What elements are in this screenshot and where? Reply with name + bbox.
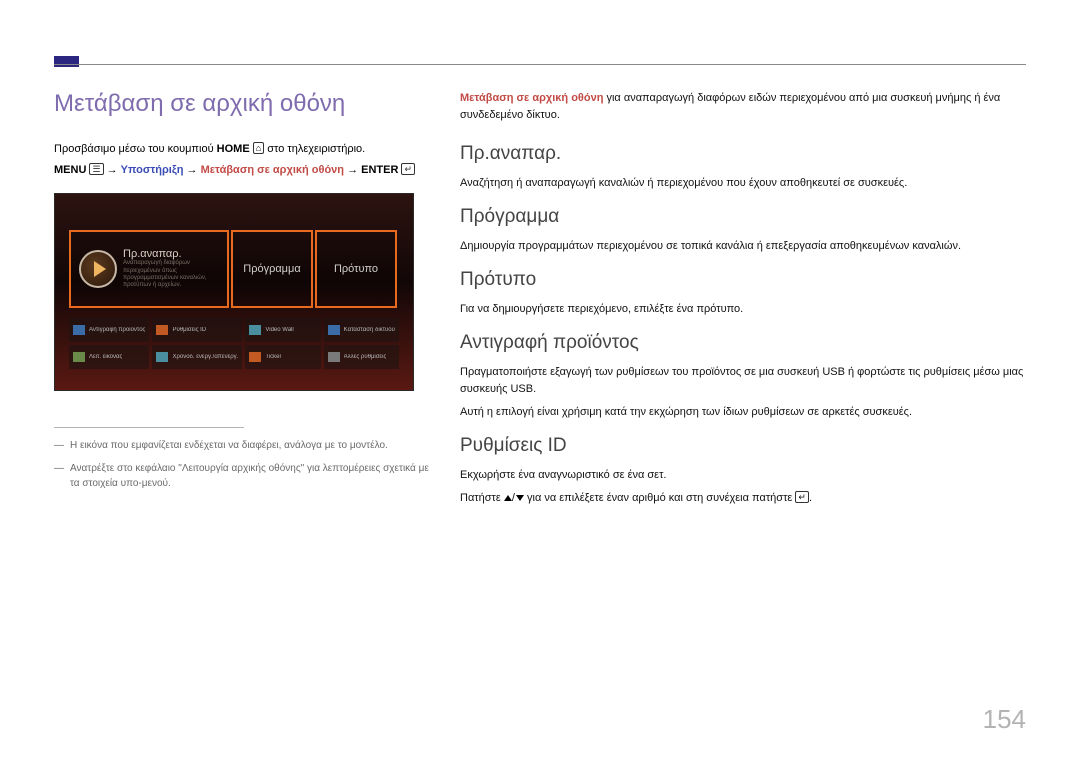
- page-title: Μετάβαση σε αρχική οθόνη: [54, 90, 434, 118]
- intro-red: Μετάβαση σε αρχική οθόνη: [460, 92, 603, 104]
- section-body: Αναζήτηση ή αναπαραγωγή καναλιών ή περιε…: [460, 175, 1026, 192]
- menu-label: MENU: [54, 164, 86, 176]
- chip-label: Κατάσταση δικτύου: [344, 327, 395, 333]
- chip-icon: [249, 352, 261, 362]
- page-number: 154: [983, 704, 1026, 735]
- ss-sub-1: Αναπαραγωγή διαφόρων: [123, 260, 207, 267]
- section-heading-idsettings: Ρυθμίσεις ID: [460, 435, 1026, 457]
- ss-card-program: Πρόγραμμα: [231, 230, 313, 308]
- triangle-down-icon: [516, 495, 524, 501]
- note-2: Ανατρέξτε στο κεφάλαιο "Λειτουργία αρχικ…: [54, 461, 434, 491]
- arrow-3: →: [347, 164, 358, 176]
- note-divider: [54, 427, 244, 428]
- chip-label: Λειτ. εικόνας: [89, 354, 122, 360]
- ss-card-play-text: Πρ.αναπαρ. Αναπαραγωγή διαφόρων περιεχομ…: [123, 248, 207, 289]
- ss-chip: Κατάσταση δικτύου: [324, 318, 399, 342]
- section-press-line: Πατήστε / για να επιλέξετε έναν αριθμό κ…: [460, 490, 1026, 507]
- chip-icon: [156, 325, 168, 335]
- ui-screenshot: Πρ.αναπαρ. Αναπαραγωγή διαφόρων περιεχομ…: [54, 193, 414, 391]
- ss-play-title: Πρ.αναπαρ.: [123, 248, 207, 260]
- ss-card-template-label: Πρότυπο: [334, 263, 378, 275]
- ss-chip: Ticker: [245, 345, 320, 369]
- enter-label: ENTER: [361, 164, 398, 176]
- section-body: Πραγματοποιήστε εξαγωγή των ρυθμίσεων το…: [460, 364, 1026, 398]
- section-body: Αυτή η επιλογή είναι χρήσιμη κατά την εκ…: [460, 404, 1026, 421]
- ss-chip: Χρονοδ. ενεργ./απενεργ.: [152, 345, 242, 369]
- ss-chip: Video Wall: [245, 318, 320, 342]
- enter-icon: ↵: [401, 163, 415, 175]
- home-icon: ⌂: [253, 142, 264, 154]
- ss-card-play: Πρ.αναπαρ. Αναπαραγωγή διαφόρων περιεχομ…: [69, 230, 229, 308]
- left-column: Μετάβαση σε αρχική οθόνη Προσβάσιμο μέσω…: [54, 90, 434, 513]
- enter-icon: ↵: [795, 491, 809, 503]
- chip-label: Άλλες ρυθμίσεις: [344, 354, 387, 360]
- chip-icon: [249, 325, 261, 335]
- path-support: Υποστήριξη: [121, 164, 184, 176]
- right-column: Μετάβαση σε αρχική οθόνη για αναπαραγωγή…: [460, 90, 1026, 513]
- ss-chip: Λειτ. εικόνας: [69, 345, 149, 369]
- ss-chip: Άλλες ρυθμίσεις: [324, 345, 399, 369]
- ss-card-template: Πρότυπο: [315, 230, 397, 308]
- menu-icon: ☰: [89, 163, 103, 175]
- header-accent: [54, 56, 79, 67]
- arrow-2: →: [187, 164, 198, 176]
- chip-icon: [328, 325, 340, 335]
- chip-label: Ρυθμίσεις ID: [172, 327, 206, 333]
- home-label: HOME: [217, 143, 250, 155]
- chip-icon: [73, 325, 85, 335]
- chip-label: Video Wall: [265, 327, 293, 333]
- header-rule: [54, 64, 1026, 65]
- chip-icon: [156, 352, 168, 362]
- arrow-1: →: [107, 164, 118, 176]
- path-goto: Μετάβαση σε αρχική οθόνη: [201, 164, 344, 176]
- ss-chip: Αντιγραφή προϊόντος: [69, 318, 149, 342]
- access-text-a: Προσβάσιμο μέσω του κουμπιού: [54, 143, 217, 155]
- chip-icon: [73, 352, 85, 362]
- section-body: Δημιουργία προγραμμάτων περιεχομένου σε …: [460, 238, 1026, 255]
- ss-sub-3: προγραμματισμένων καναλιών,: [123, 275, 207, 282]
- ss-sub-2: περιεχομένων όπως: [123, 268, 207, 275]
- access-text-b: στο τηλεχειριστήριο.: [267, 143, 365, 155]
- chip-icon: [328, 352, 340, 362]
- chip-label: Ticker: [265, 354, 281, 360]
- ss-chip: Ρυθμίσεις ID: [152, 318, 242, 342]
- press-c: .: [809, 492, 812, 504]
- section-heading-program: Πρόγραμμα: [460, 206, 1026, 228]
- ss-card-program-label: Πρόγραμμα: [243, 263, 300, 275]
- section-body: Εκχωρήστε ένα αναγνωριστικό σε ένα σετ.: [460, 467, 1026, 484]
- section-heading-template: Πρότυπο: [460, 269, 1026, 291]
- menu-path: MENU ☰ → Υποστήριξη → Μετάβαση σε αρχική…: [54, 163, 434, 178]
- note-1: Η εικόνα που εμφανίζεται ενδέχεται να δι…: [54, 438, 434, 453]
- intro-paragraph: Μετάβαση σε αρχική οθόνη για αναπαραγωγή…: [460, 90, 1026, 123]
- play-icon: [79, 250, 117, 288]
- ss-chip-grid: Αντιγραφή προϊόντος Ρυθμίσεις ID Video W…: [69, 318, 399, 369]
- ss-row-1: Πρ.αναπαρ. Αναπαραγωγή διαφόρων περιεχομ…: [69, 230, 399, 308]
- section-body: Για να δημιουργήσετε περιεχόμενο, επιλέξ…: [460, 301, 1026, 318]
- section-heading-play: Πρ.αναπαρ.: [460, 143, 1026, 165]
- access-line: Προσβάσιμο μέσω του κουμπιού HOME ⌂ στο …: [54, 142, 434, 157]
- content-columns: Μετάβαση σε αρχική οθόνη Προσβάσιμο μέσω…: [54, 90, 1026, 513]
- press-b: για να επιλέξετε έναν αριθμό και στη συν…: [527, 492, 795, 504]
- ss-sub-4: προτύπων ή αρχείων.: [123, 282, 207, 289]
- press-a: Πατήστε: [460, 492, 504, 504]
- section-heading-copy: Αντιγραφή προϊόντος: [460, 332, 1026, 354]
- chip-label: Χρονοδ. ενεργ./απενεργ.: [172, 354, 238, 360]
- chip-label: Αντιγραφή προϊόντος: [89, 327, 145, 333]
- triangle-up-icon: [504, 495, 512, 501]
